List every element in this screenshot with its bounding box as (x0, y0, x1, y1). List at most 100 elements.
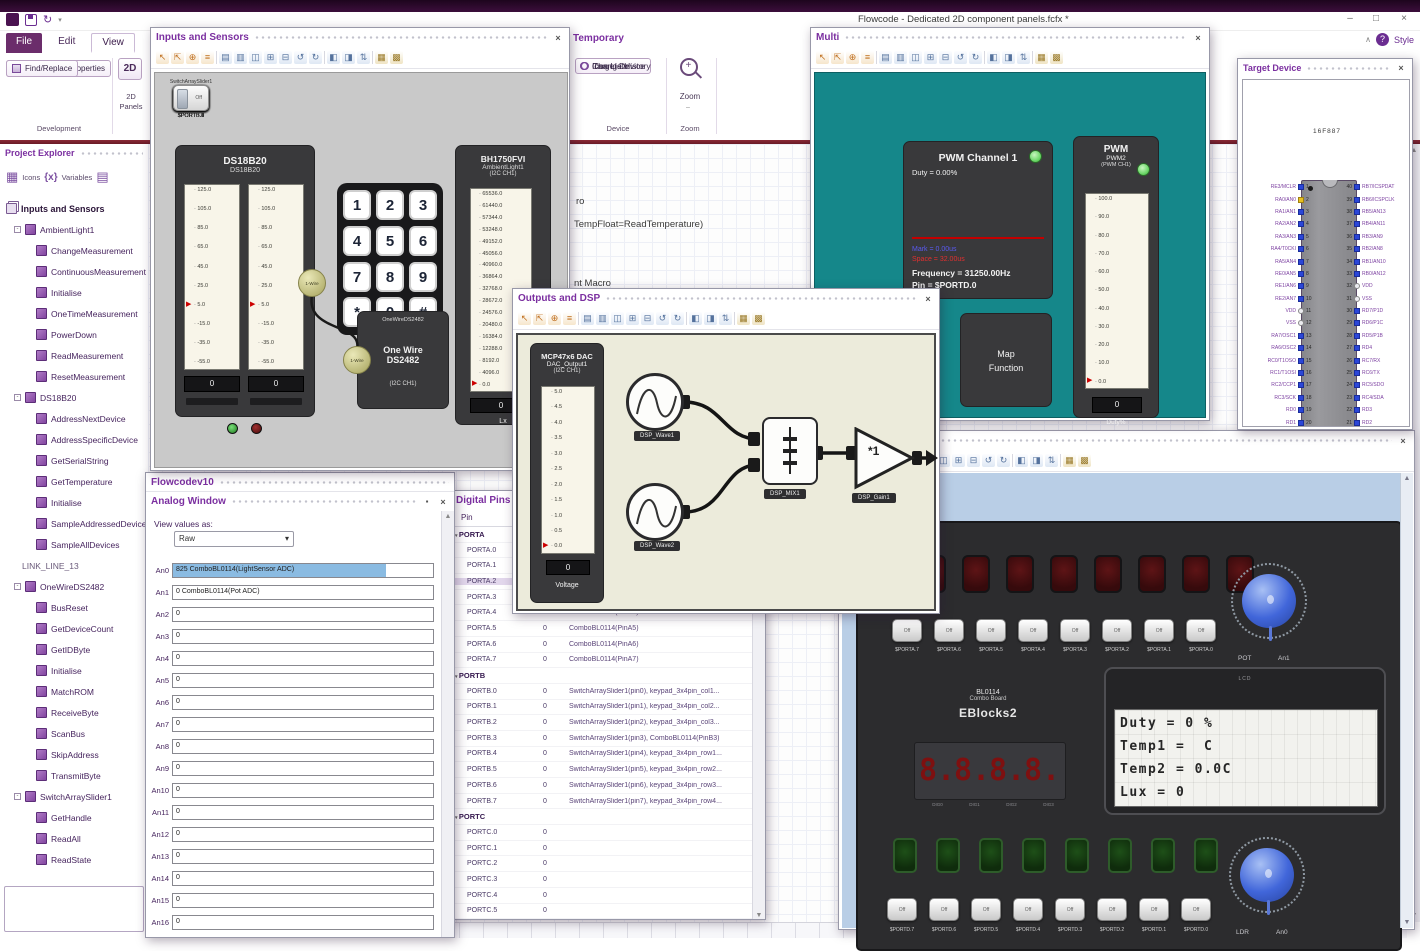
onewire-connector[interactable]: 1-Wire (298, 269, 326, 297)
icons-view-label[interactable]: Icons (22, 173, 40, 182)
minimize-button[interactable]: – (1340, 13, 1360, 24)
digital-pin-row[interactable]: PORTA.5 0 ComboBL0114(PinA5) (451, 621, 765, 637)
analog-value-field[interactable]: 0 (172, 804, 434, 820)
analog-value-field[interactable]: 0 (172, 892, 434, 908)
off-button[interactable]: Off (1139, 898, 1169, 921)
map-function-block[interactable]: Map Function (960, 313, 1052, 407)
pwm-channel-block[interactable]: PWM Channel 1 Duty = 0.00% Mark = 0.00us… (903, 141, 1053, 299)
off-button[interactable]: Off (1055, 898, 1085, 921)
temporary-panel-title[interactable]: Temporary (567, 30, 832, 50)
tree-item[interactable]: -SampleAddressedDevice (0, 513, 148, 534)
toolbar-icon[interactable]: ◨ (342, 51, 355, 64)
toolbar-icon[interactable]: ▩ (1050, 51, 1063, 64)
digital-pin-row[interactable]: PORTC.4 0 (451, 888, 765, 904)
toolbar-icon[interactable] (876, 51, 877, 64)
tree-item[interactable]: -SkipAddress (0, 744, 148, 765)
icons-view-icon[interactable]: ▦ (6, 169, 18, 185)
toolbar-icon[interactable]: ↖ (816, 51, 829, 64)
dsp-mixer-block[interactable] (762, 417, 818, 485)
pot-knob[interactable] (1231, 563, 1307, 641)
toolbar-icon[interactable] (372, 51, 373, 64)
toolbar-icon[interactable]: ⇅ (1045, 454, 1058, 467)
ribbon-toggle[interactable]: Change History (575, 58, 656, 74)
toolbar-icon[interactable] (324, 51, 325, 64)
toolbar-icon[interactable]: ▤ (219, 51, 232, 64)
tree-item[interactable]: -AddressSpecificDevice (0, 429, 148, 450)
toolbar-icon[interactable]: ≡ (861, 51, 874, 64)
toolbar-icon[interactable]: ≡ (563, 312, 576, 325)
inputs-workspace[interactable]: Off$PORTB.0Off$PORTB.1Off$PORTB.2Off$POR… (154, 72, 568, 468)
toolbar-icon[interactable]: ▥ (234, 51, 247, 64)
toolbar-icon[interactable]: ◧ (987, 51, 1000, 64)
tree-item[interactable]: - DS18B20 (0, 387, 148, 408)
off-button[interactable]: Off (1060, 619, 1090, 642)
2d-panels-caption[interactable]: 2D Panels (114, 92, 148, 112)
expand-icon[interactable]: - (14, 793, 21, 800)
knob-ball[interactable] (1240, 848, 1294, 902)
off-button[interactable]: Off (892, 619, 922, 642)
tree-item[interactable]: -Initialise (0, 282, 148, 303)
dsp-wave2-block[interactable] (626, 483, 684, 541)
analog-value-field[interactable]: 0 (172, 914, 434, 930)
knob-ball[interactable] (1242, 574, 1296, 628)
collapse-ribbon-icon[interactable]: ∧ (1365, 35, 1371, 44)
off-button[interactable]: Off (887, 898, 917, 921)
toolbar-icon[interactable]: ↻ (671, 312, 684, 325)
digital-pin-row[interactable]: PORTB.3 0 SwitchArraySlider1(pin3), ComboB… (451, 731, 765, 747)
toolbar-icon[interactable]: ⊕ (846, 51, 859, 64)
digital-pin-row[interactable]: PORTA.7 0 ComboBL0114(PinA7) (451, 653, 765, 669)
toolbar-icon[interactable]: ↖ (518, 312, 531, 325)
tree-item[interactable]: -Initialise (0, 660, 148, 681)
analog-value-field[interactable]: 0 (172, 694, 434, 710)
digital-pin-row[interactable]: PORTC.0 0 (451, 825, 765, 841)
toolbar-icon[interactable]: ⊟ (641, 312, 654, 325)
macros-icon[interactable]: ▤ (96, 169, 108, 185)
digital-pin-row[interactable]: PORTB.5 0 SwitchArraySlider1(pin5), keypad… (451, 762, 765, 778)
ribbon-tab[interactable]: File (6, 33, 43, 53)
variables-icon[interactable]: {x} (44, 172, 57, 183)
tree-item[interactable]: -GetHandle (0, 807, 148, 828)
toolbar-icon[interactable] (216, 51, 217, 64)
toolbar-icon[interactable]: ↻ (997, 454, 1010, 467)
off-button[interactable]: Off (1181, 898, 1211, 921)
tree-item[interactable]: -Initialise (0, 492, 148, 513)
zoom-icon[interactable] (680, 58, 698, 76)
analog-value-field[interactable]: 0 (172, 606, 434, 622)
ribbon-tab[interactable]: View (91, 33, 135, 53)
variables-label[interactable]: Variables (62, 173, 93, 182)
toolbar-icon[interactable] (578, 312, 579, 325)
close-icon[interactable]: × (1397, 436, 1409, 446)
scroll-up-icon[interactable]: ▲ (442, 513, 454, 520)
tree-item[interactable]: -GetDeviceCount (0, 618, 148, 639)
toolbar-icon[interactable]: ▤ (581, 312, 594, 325)
tree-item[interactable]: - OneWireDS2482 (0, 576, 148, 597)
off-button[interactable]: Off (929, 898, 959, 921)
redo-icon[interactable]: ↻ (43, 14, 52, 26)
off-button[interactable]: Off (934, 619, 964, 642)
analog-scrollbar[interactable]: ▲ (441, 511, 454, 937)
toolbar-icon[interactable]: ◫ (249, 51, 262, 64)
analog-value-field[interactable]: 0 (172, 848, 434, 864)
digital-pin-row[interactable]: PORTC (451, 809, 765, 826)
tree-item[interactable]: -ReadState (0, 849, 148, 870)
toolbar-icon[interactable]: ⇅ (1017, 51, 1030, 64)
toolbar-icon[interactable]: ▦ (1035, 51, 1048, 64)
toolbar-icon[interactable]: ⊕ (548, 312, 561, 325)
toolbar-icon[interactable] (686, 312, 687, 325)
close-icon[interactable]: × (922, 294, 934, 304)
digital-pin-row[interactable]: PORTB.0 0 SwitchArraySlider1(pin0), keypad… (451, 684, 765, 700)
toolbar-icon[interactable]: ↻ (309, 51, 322, 64)
off-button[interactable]: Off (1186, 619, 1216, 642)
analog-value-field[interactable]: 0 (172, 760, 434, 776)
tree-item[interactable]: - SwitchArraySlider1 (0, 786, 148, 807)
toolbar-icon[interactable]: ⇱ (831, 51, 844, 64)
toolbar-icon[interactable]: ⇱ (533, 312, 546, 325)
tree-item[interactable]: - AmbientLight1 (0, 219, 148, 240)
ldr-knob[interactable] (1229, 837, 1305, 915)
off-button[interactable]: Off (1018, 619, 1048, 642)
analog-value-field[interactable]: 0 (172, 782, 434, 798)
digital-pin-row[interactable]: PORTB.2 0 SwitchArraySlider1(pin2), keypad… (451, 715, 765, 731)
toolbar-icon[interactable]: ◨ (1002, 51, 1015, 64)
off-button[interactable]: Off (1013, 898, 1043, 921)
help-icon[interactable]: ? (1375, 33, 1389, 46)
